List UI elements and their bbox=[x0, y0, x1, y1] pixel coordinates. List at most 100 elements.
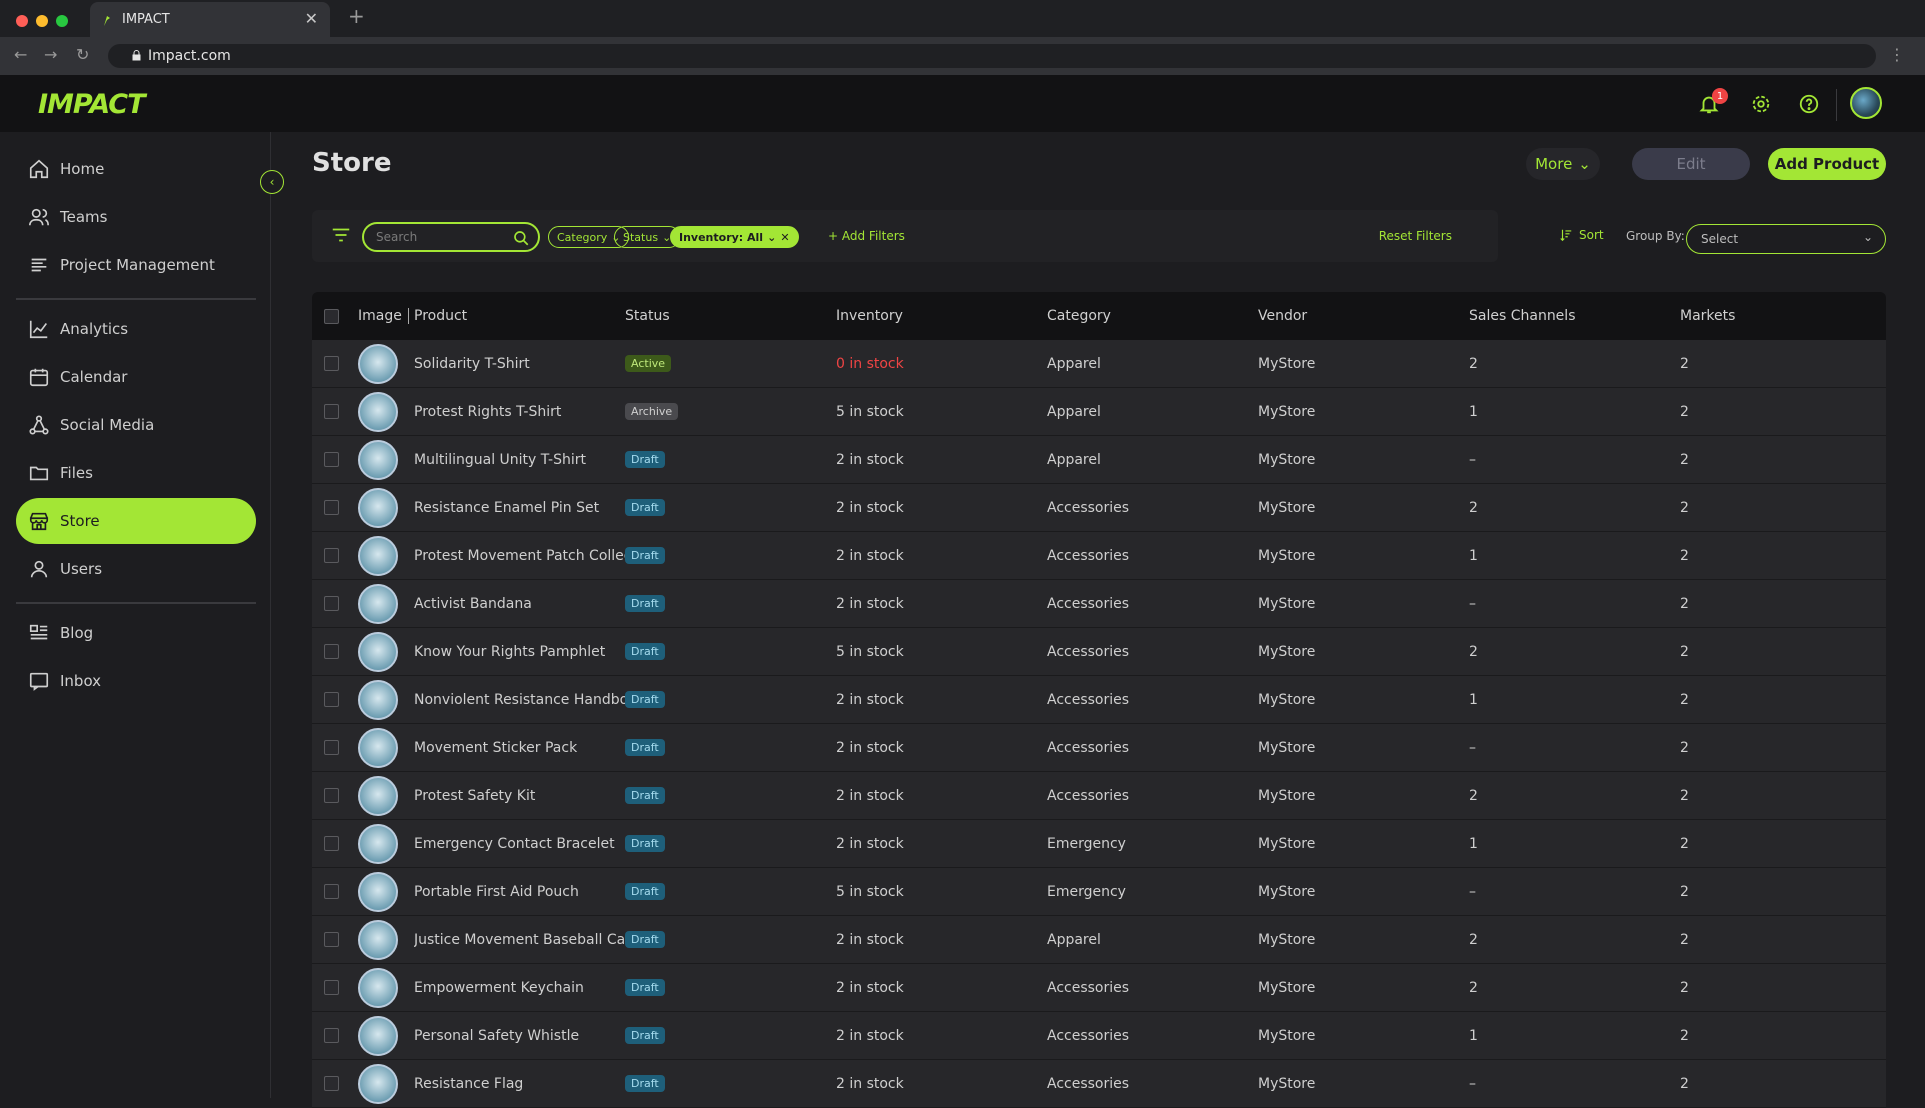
sales-channels-column-header[interactable]: Sales Channels bbox=[1469, 308, 1680, 324]
table-row[interactable]: Resistance Enamel Pin Set Draft 2 in stock… bbox=[312, 484, 1886, 532]
row-checkbox[interactable] bbox=[324, 404, 339, 419]
row-checkbox[interactable] bbox=[324, 932, 339, 947]
row-checkbox[interactable] bbox=[324, 836, 339, 851]
table-row[interactable]: Portable First Aid Pouch Draft 5 in stock E… bbox=[312, 868, 1886, 916]
product-name[interactable]: Protest Movement Patch Collect bbox=[414, 548, 625, 564]
table-row[interactable]: Protest Safety Kit Draft 2 in stock Accesso… bbox=[312, 772, 1886, 820]
row-checkbox[interactable] bbox=[324, 596, 339, 611]
product-thumbnail[interactable] bbox=[358, 535, 398, 576]
collapse-sidebar-button[interactable]: ‹ bbox=[260, 170, 284, 194]
product-name[interactable]: Know Your Rights Pamphlet bbox=[414, 644, 625, 660]
table-row[interactable]: Resistance Flag Draft 2 in stock Accessorie… bbox=[312, 1060, 1886, 1108]
product-thumbnail[interactable] bbox=[358, 679, 398, 720]
product-name[interactable]: Emergency Contact Bracelet bbox=[414, 836, 625, 852]
row-checkbox[interactable] bbox=[324, 1076, 339, 1091]
close-window-button[interactable] bbox=[16, 15, 28, 27]
product-name[interactable]: Solidarity T-Shirt bbox=[414, 356, 625, 372]
category-column-header[interactable]: Category bbox=[1047, 308, 1258, 324]
sidebar-item-blog[interactable]: Blog bbox=[16, 610, 256, 656]
forward-icon[interactable]: → bbox=[44, 45, 57, 64]
search-input[interactable]: Search bbox=[362, 222, 540, 252]
table-row[interactable]: Know Your Rights Pamphlet Draft 5 in stock… bbox=[312, 628, 1886, 676]
row-checkbox[interactable] bbox=[324, 356, 339, 371]
product-thumbnail[interactable] bbox=[358, 1015, 398, 1056]
row-checkbox[interactable] bbox=[324, 1028, 339, 1043]
minimize-window-button[interactable] bbox=[36, 15, 48, 27]
browser-menu-icon[interactable]: ⋮ bbox=[1889, 45, 1905, 64]
product-thumbnail[interactable] bbox=[358, 967, 398, 1008]
sidebar-item-analytics[interactable]: Analytics bbox=[16, 306, 256, 352]
row-checkbox[interactable] bbox=[324, 740, 339, 755]
product-thumbnail[interactable] bbox=[358, 919, 398, 960]
sidebar-item-project-management[interactable]: Project Management bbox=[16, 242, 256, 288]
inventory-filter-chip[interactable]: Inventory: All ⌄ ✕ bbox=[670, 226, 799, 248]
product-thumbnail[interactable] bbox=[358, 583, 398, 624]
select-all-checkbox[interactable] bbox=[324, 308, 339, 324]
row-checkbox[interactable] bbox=[324, 548, 339, 563]
table-row[interactable]: Empowerment Keychain Draft 2 in stock Acces… bbox=[312, 964, 1886, 1012]
product-thumbnail[interactable] bbox=[358, 391, 398, 432]
gear-icon[interactable] bbox=[1746, 89, 1776, 119]
table-row[interactable]: Solidarity T-Shirt Active 0 in stock Appare… bbox=[312, 340, 1886, 388]
table-row[interactable]: Protest Rights T-Shirt Archive 5 in stock A… bbox=[312, 388, 1886, 436]
add-product-button[interactable]: Add Product bbox=[1768, 148, 1886, 180]
markets-column-header[interactable]: Markets bbox=[1680, 308, 1860, 324]
row-checkbox[interactable] bbox=[324, 884, 339, 899]
product-thumbnail[interactable] bbox=[358, 631, 398, 672]
maximize-window-button[interactable] bbox=[56, 15, 68, 27]
product-name[interactable]: Activist Bandana bbox=[414, 596, 625, 612]
status-column-header[interactable]: Status bbox=[625, 308, 836, 324]
product-column-header[interactable]: Product bbox=[414, 308, 625, 324]
product-thumbnail[interactable] bbox=[358, 439, 398, 480]
sidebar-item-files[interactable]: Files bbox=[16, 450, 256, 496]
product-thumbnail[interactable] bbox=[358, 727, 398, 768]
edit-button[interactable]: Edit bbox=[1632, 148, 1750, 180]
table-row[interactable]: Emergency Contact Bracelet Draft 2 in stoc… bbox=[312, 820, 1886, 868]
row-checkbox[interactable] bbox=[324, 452, 339, 467]
address-bar[interactable]: Impact.com bbox=[108, 44, 1876, 68]
table-row[interactable]: Protest Movement Patch Collect Draft 2 in … bbox=[312, 532, 1886, 580]
product-name[interactable]: Empowerment Keychain bbox=[414, 980, 625, 996]
product-thumbnail[interactable] bbox=[358, 775, 398, 816]
row-checkbox[interactable] bbox=[324, 644, 339, 659]
add-filters-button[interactable]: + Add Filters bbox=[828, 229, 905, 243]
row-checkbox[interactable] bbox=[324, 500, 339, 515]
more-button[interactable]: More ⌄ bbox=[1526, 148, 1600, 180]
group-by-select[interactable]: Select ⌄ bbox=[1686, 224, 1886, 254]
product-name[interactable]: Personal Safety Whistle bbox=[414, 1028, 625, 1044]
product-name[interactable]: Justice Movement Baseball Cap bbox=[414, 932, 625, 948]
product-name[interactable]: Movement Sticker Pack bbox=[414, 740, 625, 756]
browser-tab[interactable]: IMPACT ✕ bbox=[90, 2, 330, 37]
inventory-column-header[interactable]: Inventory bbox=[836, 308, 1047, 324]
product-thumbnail[interactable] bbox=[358, 487, 398, 528]
product-name[interactable]: Resistance Flag bbox=[414, 1076, 625, 1092]
help-icon[interactable] bbox=[1794, 89, 1824, 119]
row-checkbox[interactable] bbox=[324, 788, 339, 803]
product-thumbnail[interactable] bbox=[358, 823, 398, 864]
filter-icon[interactable] bbox=[330, 224, 352, 246]
product-name[interactable]: Multilingual Unity T-Shirt bbox=[414, 452, 625, 468]
row-checkbox[interactable] bbox=[324, 980, 339, 995]
product-name[interactable]: Resistance Enamel Pin Set bbox=[414, 500, 625, 516]
product-name[interactable]: Portable First Aid Pouch bbox=[414, 884, 625, 900]
sidebar-item-social-media[interactable]: Social Media bbox=[16, 402, 256, 448]
avatar[interactable] bbox=[1850, 87, 1882, 119]
sidebar-item-calendar[interactable]: Calendar bbox=[16, 354, 256, 400]
table-row[interactable]: Movement Sticker Pack Draft 2 in stock Acce… bbox=[312, 724, 1886, 772]
product-thumbnail[interactable] bbox=[358, 871, 398, 912]
sidebar-item-store[interactable]: Store bbox=[16, 498, 256, 544]
sidebar-item-teams[interactable]: Teams bbox=[16, 194, 256, 240]
sidebar-item-inbox[interactable]: Inbox bbox=[16, 658, 256, 704]
product-name[interactable]: Protest Rights T-Shirt bbox=[414, 404, 625, 420]
sidebar-item-home[interactable]: Home bbox=[16, 146, 256, 192]
app-logo[interactable]: IMPACT bbox=[38, 89, 146, 120]
table-row[interactable]: Nonviolent Resistance Handbool Draft 2 in … bbox=[312, 676, 1886, 724]
product-name[interactable]: Protest Safety Kit bbox=[414, 788, 625, 804]
remove-filter-icon[interactable]: ✕ bbox=[780, 231, 789, 244]
back-icon[interactable]: ← bbox=[14, 45, 27, 64]
product-thumbnail[interactable] bbox=[358, 343, 398, 384]
sidebar-item-users[interactable]: Users bbox=[16, 546, 256, 592]
reload-icon[interactable]: ↻ bbox=[76, 45, 89, 64]
vendor-column-header[interactable]: Vendor bbox=[1258, 308, 1469, 324]
table-row[interactable]: Justice Movement Baseball Cap Draft 2 in s… bbox=[312, 916, 1886, 964]
